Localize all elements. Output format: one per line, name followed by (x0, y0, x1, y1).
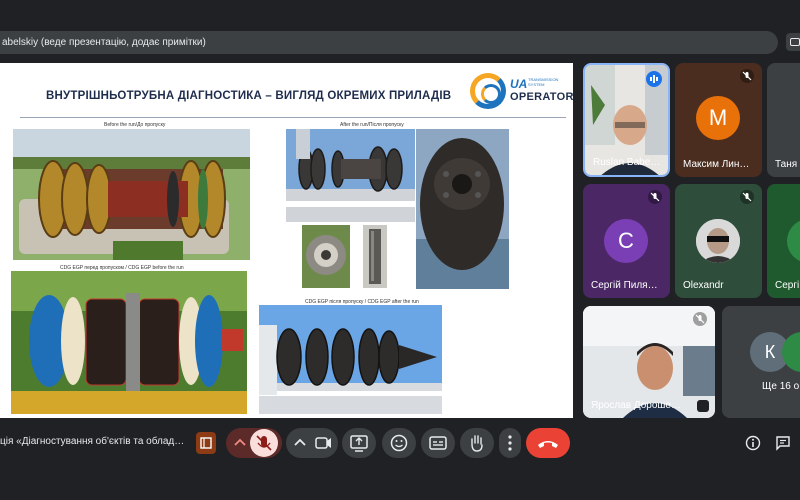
logo-small-text: TRANSMISSION SYSTEM (528, 77, 559, 87)
participant-name: Максим Лин… (683, 159, 750, 170)
present-screen-button[interactable] (342, 428, 376, 458)
chat-icon[interactable] (775, 435, 791, 451)
participant-name: Таня Б (775, 159, 800, 170)
meet-window: abelskiy (веде презентацію, додає приміт… (0, 0, 800, 500)
participant-tile-olexandr[interactable]: Olexandr (675, 184, 762, 298)
participant-tile-ruslan[interactable]: Ruslan Babe… (583, 63, 670, 177)
participant-tile-serhii-p[interactable]: С Сергій Пиля… (583, 184, 670, 298)
chevron-up-icon (234, 438, 246, 446)
slide-divider (20, 117, 566, 118)
photo-egp-after-run (259, 305, 442, 414)
tile-options-icon[interactable] (697, 400, 709, 412)
more-participants-tile[interactable]: К Ще 16 о (722, 306, 800, 418)
photo-detail-rod (363, 225, 387, 288)
caption-after-run: After the run/Після пропуску (340, 122, 404, 128)
mic-off-icon (693, 312, 707, 326)
participant-name: Ruslan Babe… (593, 157, 661, 168)
avatar (787, 219, 800, 263)
microphone-group[interactable] (226, 428, 282, 458)
presentation-slide: ВНУТРІШНЬОТРУБНА ДІАГНОСТИКА – ВИГЛЯД ОК… (0, 63, 573, 418)
photo-cup-closeup (416, 129, 509, 289)
avatar: С (604, 219, 648, 263)
photo-pig-before-run (13, 129, 250, 260)
mic-off-icon (740, 190, 754, 204)
fullscreen-icon[interactable] (786, 33, 800, 51)
mic-off-icon (740, 69, 754, 83)
photo-egp-before-run (11, 271, 247, 414)
raise-hand-button[interactable] (460, 428, 494, 458)
participant-name: Сергій Пиля… (591, 280, 658, 291)
participant-name: Сергі (775, 280, 800, 291)
presenter-banner: abelskiy (веде презентацію, додає приміт… (0, 31, 778, 54)
participant-tile-tanya[interactable]: Таня Б (767, 63, 800, 177)
mic-off-icon (648, 190, 662, 204)
captions-button[interactable] (421, 428, 455, 458)
company-logo: UA TRANSMISSION SYSTEM OPERATOR (470, 69, 573, 115)
camera-group[interactable] (286, 428, 338, 458)
meeting-title: ція «Діагностування об'єктів та облад… (0, 436, 185, 447)
presenter-banner-text: abelskiy (веде презентацію, додає приміт… (2, 37, 206, 48)
meeting-info-icon[interactable] (745, 435, 761, 451)
photo-pig-after-run (286, 129, 415, 222)
participant-tile-yaroslav[interactable]: Ярослав Дороше… (583, 306, 715, 418)
participant-name: Olexandr (683, 280, 724, 291)
avatar: М (696, 96, 740, 140)
speaking-indicator-icon (646, 71, 662, 87)
logo-operator-text: OPERATOR (510, 91, 573, 103)
participant-tile-maksym[interactable]: М Максим Лин… (675, 63, 762, 177)
participant-tile-serhii[interactable]: Сергі (767, 184, 800, 298)
photo-detail-ring (302, 225, 350, 288)
caption-before-run: Before the run/До пропуску (104, 122, 166, 128)
logo-ua-text: UA (510, 77, 528, 91)
more-options-button[interactable] (499, 428, 521, 458)
activities-button[interactable] (196, 432, 216, 454)
reactions-button[interactable] (382, 428, 416, 458)
avatar-photo (696, 219, 740, 263)
slide-title: ВНУТРІШНЬОТРУБНА ДІАГНОСТИКА – ВИГЛЯД ОК… (46, 90, 452, 102)
participant-name: Ярослав Дороше… (591, 400, 681, 411)
more-participants-label: Ще 16 о (762, 381, 800, 392)
leave-call-button[interactable] (526, 428, 570, 458)
logo-ring-icon (470, 73, 506, 109)
